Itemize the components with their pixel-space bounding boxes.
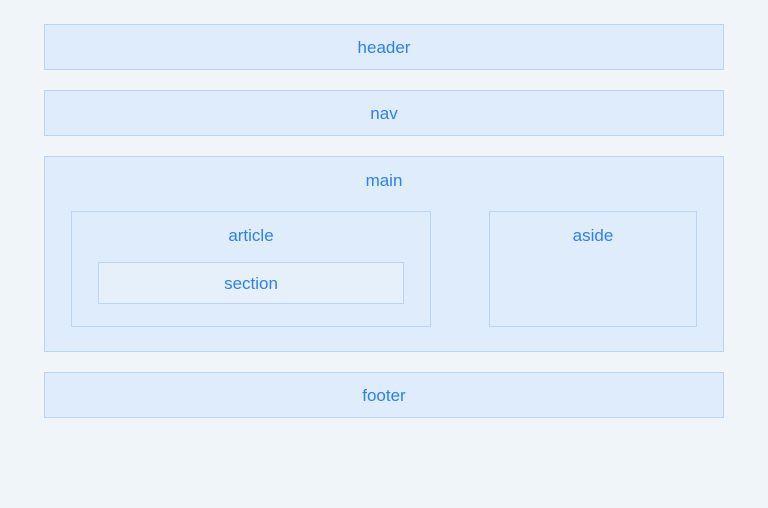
footer-label: footer <box>362 386 405 405</box>
article-label: article <box>98 226 404 246</box>
nav-region: nav <box>44 90 724 136</box>
aside-region: aside <box>489 211 697 327</box>
header-label: header <box>358 38 411 57</box>
footer-region: footer <box>44 372 724 418</box>
main-label: main <box>71 171 697 191</box>
main-row: article section aside <box>71 211 697 327</box>
section-region: section <box>98 262 404 304</box>
main-region: main article section aside <box>44 156 724 352</box>
nav-label: nav <box>370 104 397 123</box>
aside-label: aside <box>573 226 614 245</box>
article-region: article section <box>71 211 431 327</box>
section-label: section <box>224 274 278 293</box>
header-region: header <box>44 24 724 70</box>
